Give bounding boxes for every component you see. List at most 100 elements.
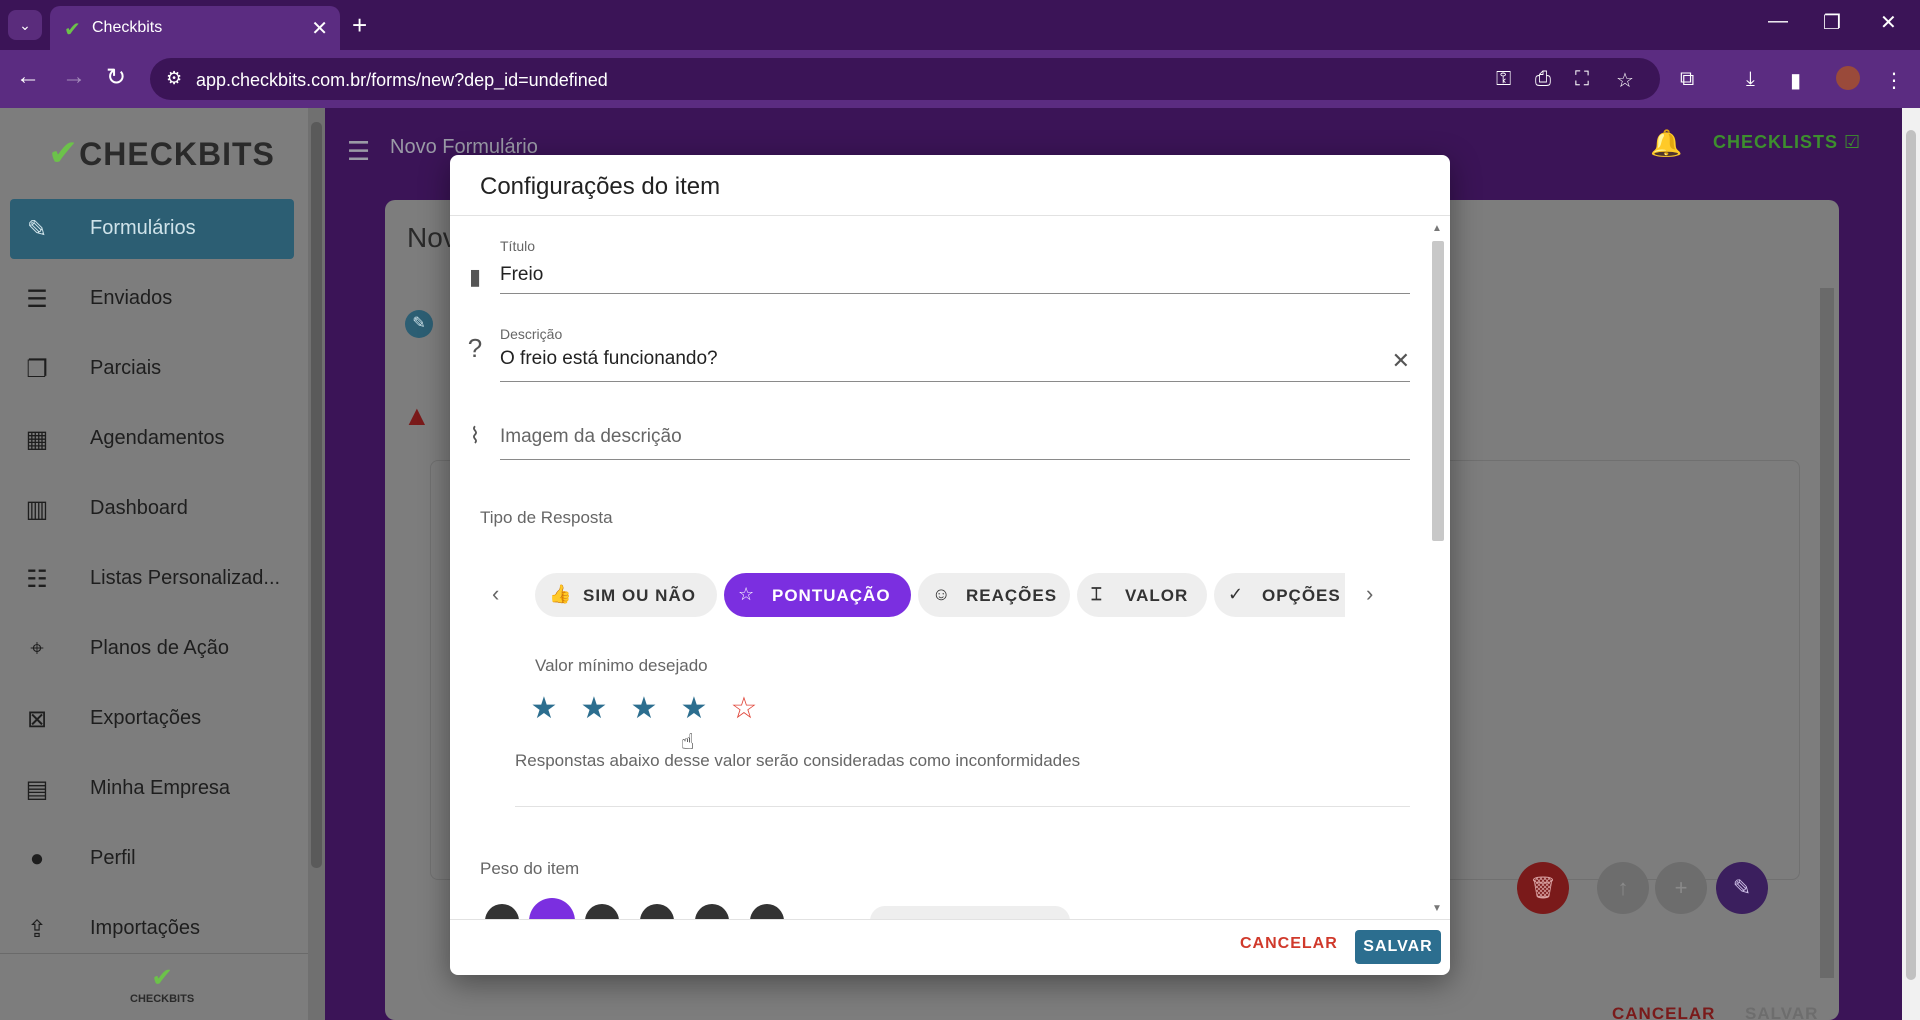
chip-pontuacao[interactable]: ☆ PONTUAÇÃO <box>724 573 911 617</box>
description-field[interactable]: Descrição O freio está funcionando? ✕ <box>500 326 1410 382</box>
extensions-icon[interactable]: ⧉ <box>1680 68 1694 91</box>
import-file-icon: ⇪ <box>26 916 48 943</box>
sidebar-scroll-thumb[interactable] <box>311 122 322 868</box>
chip-reacoes[interactable]: ☺ REAÇÕES <box>918 573 1070 617</box>
title-field[interactable]: Título Freio <box>500 238 1410 294</box>
install-app-icon[interactable]: ⎙ <box>1535 68 1551 91</box>
sidebar-item-listas[interactable]: ☷ Listas Personalizad... <box>10 549 294 609</box>
star-empty-icon[interactable]: ☆ <box>724 691 764 726</box>
new-tab-icon[interactable]: + <box>352 10 367 40</box>
star-filled-icon[interactable]: ★ <box>674 691 714 726</box>
sidebar-footer: ✔ CHECKBITS <box>0 953 308 1020</box>
tab-close-icon[interactable]: ✕ <box>311 16 328 41</box>
star-outline-icon: ☆ <box>738 584 756 604</box>
forward-icon[interactable]: → <box>62 63 86 91</box>
bookmark-star-icon[interactable]: ☆ <box>1616 68 1634 93</box>
star-filled-icon[interactable]: ★ <box>574 691 614 726</box>
weight-option[interactable] <box>695 904 729 919</box>
site-info-icon[interactable]: ⚙ <box>166 68 182 89</box>
sidebar-item-parciais[interactable]: ❐ Parciais <box>10 339 294 399</box>
edit-circle-icon[interactable]: ✎ <box>405 310 433 338</box>
excel-icon: ⊠ <box>26 706 48 733</box>
card-save-button[interactable]: SALVAR <box>1745 1004 1818 1020</box>
scroll-down-arrow-icon[interactable]: ▼ <box>1432 903 1442 914</box>
checkbits-favicon-icon: ✔ <box>64 19 81 41</box>
notification-bell-icon[interactable]: 🔔 <box>1650 128 1682 159</box>
min-value-hint: Responstas abaixo desse valor serão cons… <box>515 751 1081 770</box>
download-icon[interactable]: ⤓ <box>1746 68 1755 91</box>
chevron-left-icon[interactable]: ‹ <box>492 581 499 607</box>
page-scrollbar[interactable] <box>1902 108 1920 1020</box>
building-icon: ▤ <box>25 776 49 803</box>
weight-option-selected[interactable] <box>529 898 575 919</box>
card-cancel-button[interactable]: CANCELAR <box>1612 1004 1715 1020</box>
chevron-right-icon[interactable]: › <box>1366 581 1373 607</box>
database-icon: ☷ <box>26 566 48 593</box>
hamburger-menu-icon[interactable]: ☰ <box>347 136 370 167</box>
add-fab[interactable]: + <box>1655 862 1707 914</box>
warning-icon: ▲ <box>403 400 431 431</box>
weight-option[interactable] <box>750 904 784 919</box>
dialog-scrollbar[interactable]: ▲ ▼ <box>1428 223 1448 915</box>
move-up-fab[interactable]: ↑ <box>1597 862 1649 914</box>
password-key-icon[interactable]: ⚿ <box>1496 68 1511 91</box>
check-circle-icon: ✓ <box>1228 584 1245 604</box>
weight-option[interactable] <box>485 904 519 919</box>
checklists-link[interactable]: CHECKLISTS ☑ <box>1713 132 1861 153</box>
scroll-up-arrow-icon[interactable]: ▲ <box>1432 223 1442 234</box>
description-field-value[interactable]: O freio está funcionando? <box>500 348 718 370</box>
translate-icon[interactable]: ⛶ <box>1575 68 1589 91</box>
thumbs-icon: 👍 <box>549 584 573 604</box>
star-filled-icon[interactable]: ★ <box>524 691 564 726</box>
side-panel-icon[interactable]: ▮ <box>1790 68 1801 93</box>
chip-sim-ou-nao[interactable]: 👍 SIM OU NÃO <box>535 573 717 617</box>
clear-icon[interactable]: ✕ <box>1392 348 1410 374</box>
checkbits-logo: ✔CHECKBITS <box>48 132 275 173</box>
save-button[interactable]: SALVAR <box>1355 930 1441 964</box>
reload-icon[interactable]: ↻ <box>106 63 126 92</box>
dialog-scroll-thumb[interactable] <box>1432 241 1444 541</box>
tab-title: Checkbits <box>92 19 163 36</box>
back-icon[interactable]: ← <box>16 63 40 91</box>
restore-icon[interactable]: ❐ <box>1823 10 1841 35</box>
window-close-icon[interactable]: ✕ <box>1880 10 1897 35</box>
star-filled-icon[interactable]: ★ <box>624 691 664 726</box>
omnibox[interactable]: ⚙ app.checkbits.com.br/forms/new?dep_id=… <box>150 58 1660 100</box>
sidebar-item-planos[interactable]: ⌖ Planos de Ação <box>10 619 294 679</box>
sidebar-item-enviados[interactable]: ☰ Enviados <box>10 269 294 329</box>
title-field-label: Título <box>500 238 536 254</box>
tab-list-button[interactable]: ⌄ <box>8 10 42 40</box>
sidebar-item-perfil[interactable]: ● Perfil <box>10 829 294 889</box>
logo-check-icon: ✔ <box>48 132 80 173</box>
weight-custom-input[interactable] <box>870 906 1070 919</box>
minimize-icon[interactable]: — <box>1768 10 1788 33</box>
cancel-button[interactable]: CANCELAR <box>1240 935 1338 953</box>
chip-opcoes[interactable]: ✓ OPÇÕES <box>1214 573 1345 617</box>
browser-menu-icon[interactable]: ⋮ <box>1884 68 1904 93</box>
page-scroll-thumb[interactable] <box>1906 130 1916 980</box>
weight-option[interactable] <box>640 904 674 919</box>
section-divider <box>515 806 1410 807</box>
attachment-icon[interactable]: ⌇ <box>464 423 486 449</box>
sidebar-item-importacoes[interactable]: ⇪ Importações <box>10 899 294 959</box>
sidebar-item-dashboard[interactable]: ▥ Dashboard <box>10 479 294 539</box>
sidebar-item-exportacoes[interactable]: ⊠ Exportações <box>10 689 294 749</box>
sidebar-item-agendamentos[interactable]: ▦ Agendamentos <box>10 409 294 469</box>
edit-fab[interactable]: ✎ <box>1716 862 1768 914</box>
chip-valor[interactable]: ⌶ VALOR <box>1077 573 1207 617</box>
sidebar-item-minha-empresa[interactable]: ▤ Minha Empresa <box>10 759 294 819</box>
mouse-cursor-icon: ☝ <box>681 729 695 754</box>
checklist-check-icon: ☑ <box>1844 132 1862 152</box>
card-scrollbar[interactable] <box>1820 288 1834 978</box>
crosshair-icon: ⌖ <box>30 635 44 662</box>
title-field-value[interactable]: Freio <box>500 264 543 286</box>
delete-fab[interactable]: 🗑 <box>1517 862 1569 914</box>
url-text[interactable]: app.checkbits.com.br/forms/new?dep_id=un… <box>196 70 608 91</box>
weight-option[interactable] <box>585 904 619 919</box>
profile-avatar[interactable] <box>1836 66 1860 90</box>
response-type-chips: ‹ 👍 SIM OU NÃO ☆ PONTUAÇÃO ☺ REAÇÕES ⌶ V… <box>480 571 1410 621</box>
image-field[interactable]: Imagem da descrição <box>500 406 1410 460</box>
sidebar-item-formularios[interactable]: ✎ Formulários <box>10 199 294 259</box>
sidebar-scrollbar[interactable] <box>308 108 325 1020</box>
browser-tab[interactable]: ✔ Checkbits ✕ <box>50 6 340 50</box>
